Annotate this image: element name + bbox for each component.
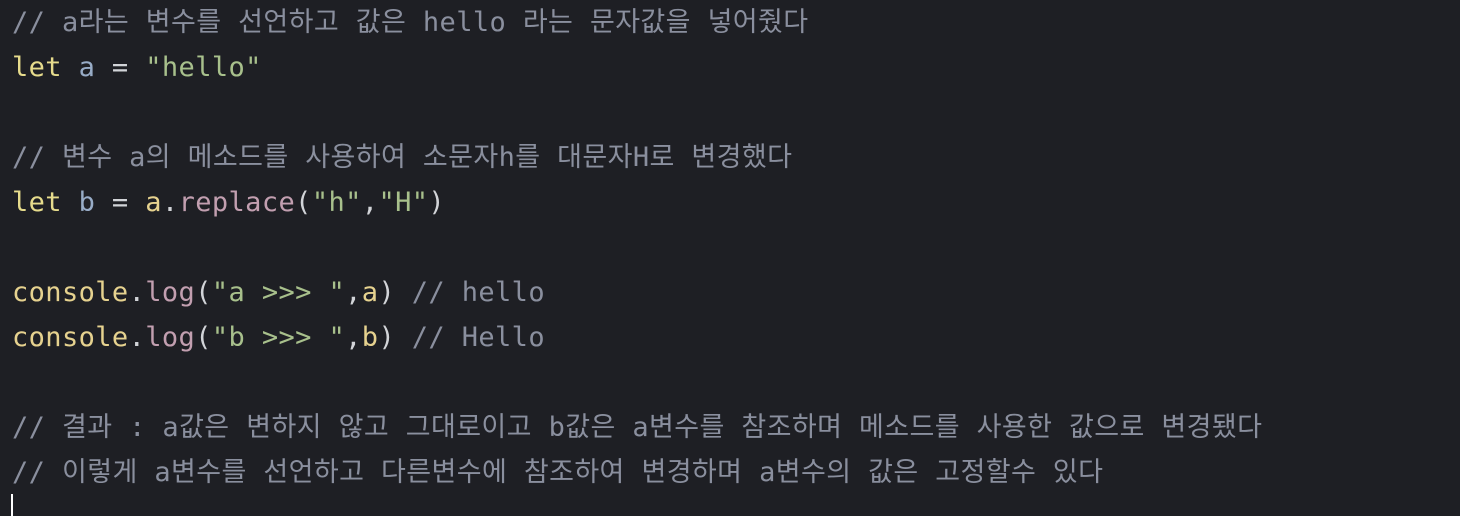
code-line[interactable]: ​ <box>12 225 1460 270</box>
code-token-operator: = <box>95 52 146 83</box>
code-token-punctuation: ) <box>428 187 446 218</box>
code-editor[interactable]: // a라는 변수를 선언하고 값은 hello 라는 문자값을 넣어줬다 let… <box>0 0 1460 516</box>
code-token-punctuation: ) <box>378 277 396 308</box>
code-token-punctuation: , <box>345 277 362 308</box>
code-line[interactable]: let b = a.replace("h","H") <box>12 180 1460 225</box>
code-line[interactable]: let a = "hello" <box>12 45 1460 90</box>
code-token-object: a <box>145 187 162 218</box>
code-token-punctuation: ( <box>195 322 212 353</box>
code-token-variable: a <box>78 52 96 83</box>
code-token-comment: // a라는 변수를 선언하고 값은 hello 라는 문자값을 넣어줬다 <box>12 7 809 38</box>
code-line[interactable]: console.log("a >>> ",a) // hello <box>12 270 1460 315</box>
code-line[interactable]: // a라는 변수를 선언하고 값은 hello 라는 문자값을 넣어줬다 <box>12 0 1460 45</box>
code-token-punctuation: , <box>345 322 362 353</box>
code-token-comment: // Hello <box>395 322 545 353</box>
code-token-comment: // hello <box>395 277 545 308</box>
code-token-comment: // 변수 a의 메소드를 사용하여 소문자h를 대문자H로 변경했다 <box>12 142 793 173</box>
code-token-method: replace <box>178 187 296 218</box>
code-token-string: "H" <box>378 187 429 218</box>
code-line[interactable]: ​ <box>12 90 1460 135</box>
code-token-keyword: let <box>12 187 62 218</box>
code-token-string: "a >>> " <box>211 277 346 308</box>
code-token-object: b <box>361 322 379 353</box>
code-token-comment: // 이렇게 a변수를 선언하고 다른변수에 참조하여 변경하며 a변수의 값은… <box>12 457 1104 488</box>
code-token-punctuation: . <box>161 187 179 218</box>
code-token-string: "h" <box>311 187 362 218</box>
code-token-variable: b <box>78 187 96 218</box>
code-token-object: console <box>12 277 129 308</box>
code-token-object: console <box>12 322 129 353</box>
code-token-comment: // 결과 : a값은 변하지 않고 그대로이고 b값은 a변수를 참조하며 메… <box>12 412 1263 443</box>
code-token-operator: = <box>95 187 146 218</box>
code-token-punctuation: ( <box>195 277 212 308</box>
code-token-punctuation <box>62 52 79 83</box>
code-line[interactable]: // 결과 : a값은 변하지 않고 그대로이고 b값은 a변수를 참조하며 메… <box>12 405 1460 450</box>
code-line[interactable]: ​ <box>12 360 1460 405</box>
code-token-method: log <box>145 277 196 308</box>
code-token-punctuation <box>62 187 79 218</box>
text-cursor <box>11 494 13 516</box>
code-line[interactable]: // 변수 a의 메소드를 사용하여 소문자h를 대문자H로 변경했다 <box>12 135 1460 180</box>
code-token-keyword: let <box>12 52 62 83</box>
code-token-punctuation: , <box>361 187 379 218</box>
code-token-object: a <box>361 277 379 308</box>
code-token-punctuation: . <box>128 322 146 353</box>
code-token-method: log <box>145 322 196 353</box>
code-token-punctuation: ) <box>378 322 396 353</box>
code-line[interactable]: // 이렇게 a변수를 선언하고 다른변수에 참조하여 변경하며 a변수의 값은… <box>12 450 1460 495</box>
code-token-punctuation: . <box>128 277 146 308</box>
code-token-string: "b >>> " <box>211 322 346 353</box>
code-token-punctuation: ( <box>295 187 312 218</box>
code-line[interactable]: console.log("b >>> ",b) // Hello <box>12 315 1460 360</box>
code-token-string: "hello" <box>145 52 262 83</box>
